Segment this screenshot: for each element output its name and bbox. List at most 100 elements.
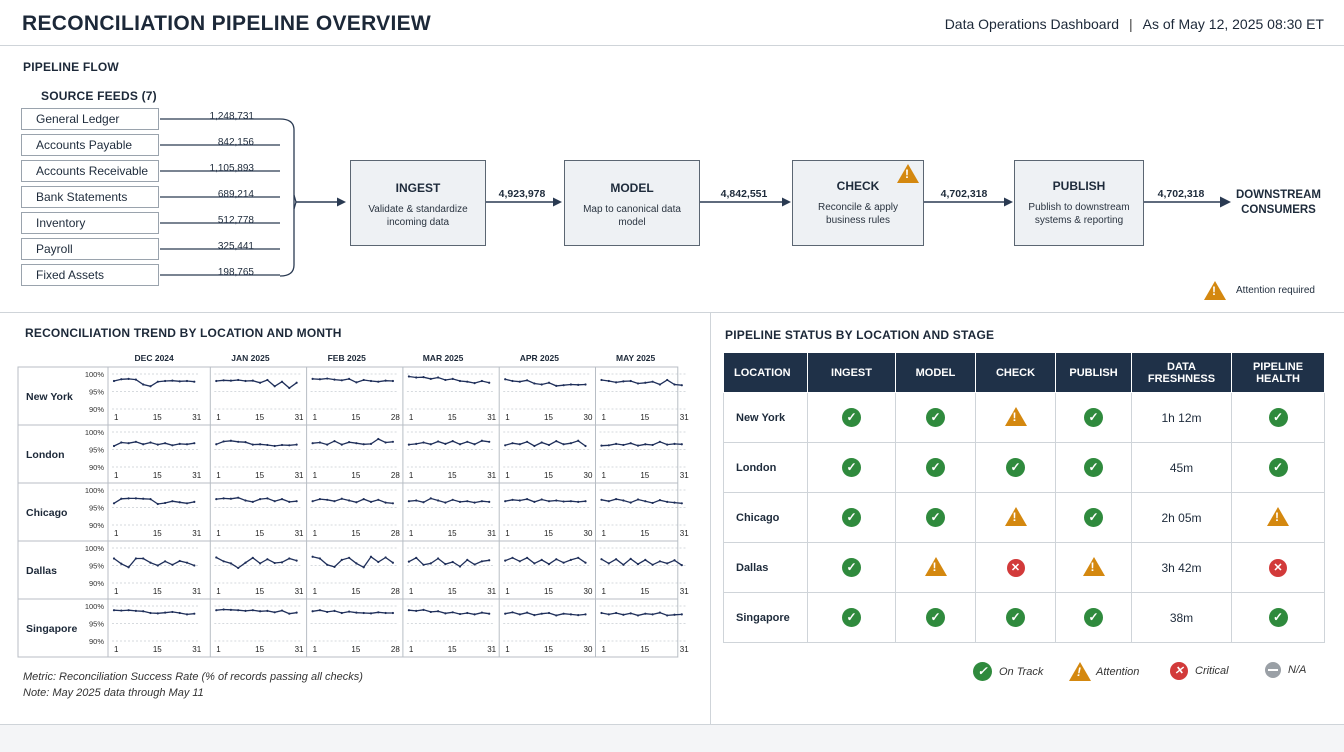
x-tick-label: 1 <box>313 587 318 596</box>
status-row[interactable]: Singapore ✓ ✓ ✓ ✓ 38m ✓ <box>723 592 1325 643</box>
trend-point <box>142 497 145 500</box>
x-tick-label: 15 <box>640 587 649 596</box>
x-tick-label: 1 <box>409 529 414 538</box>
trend-point <box>466 611 469 615</box>
stage-ingest[interactable]: INGEST Validate & standardize incoming da… <box>350 160 486 246</box>
header-separator: | <box>1129 16 1133 32</box>
trend-point <box>607 444 610 447</box>
downstream-consumers: DOWNSTREAM CONSUMERS <box>1236 189 1321 216</box>
trend-point <box>333 500 336 503</box>
trend-point <box>295 443 298 446</box>
trend-point <box>429 377 432 380</box>
location-label: London <box>26 449 64 461</box>
trend-point <box>615 558 618 561</box>
x-tick-label: 1 <box>313 413 318 422</box>
trend-point <box>666 562 669 565</box>
stage-ingest-title: INGEST <box>395 181 441 195</box>
stage-model[interactable]: MODEL Map to canonical data model <box>564 160 700 246</box>
trend-point <box>636 382 640 385</box>
trend-point <box>142 610 145 613</box>
trend-point <box>185 561 189 564</box>
trend-line <box>505 611 586 617</box>
trend-point <box>185 379 189 383</box>
trend-point <box>326 563 329 566</box>
x-tick-label: 15 <box>448 645 457 654</box>
x-tick-label: 30 <box>584 529 593 538</box>
x-tick-label: 15 <box>351 529 360 538</box>
month-label: MAR 2025 <box>423 353 464 363</box>
model-status-cell: ✓ <box>895 392 976 443</box>
trend-point <box>348 441 351 444</box>
model-status-cell <box>895 542 976 593</box>
trend-point <box>164 442 167 445</box>
x-tick-label: 28 <box>391 471 400 480</box>
status-row[interactable]: Dallas ✓ ✕ 3h 42m ✕ <box>723 542 1325 593</box>
ingest-status-cell: ✓ <box>807 392 896 443</box>
trend-point <box>533 500 536 503</box>
col-location: LOCATION <box>723 352 808 393</box>
x-tick-label: 31 <box>487 471 496 480</box>
trend-point <box>466 500 469 503</box>
trend-point <box>584 500 587 503</box>
warning-icon <box>1069 662 1091 681</box>
x-tick-label: 1 <box>505 529 510 538</box>
x-tick-label: 28 <box>391 587 400 596</box>
trend-point <box>120 609 123 612</box>
trend-point <box>340 379 343 382</box>
x-tick-label: 1 <box>114 587 119 596</box>
trend-point <box>127 377 130 380</box>
legend-label: N/A <box>1288 664 1307 676</box>
x-tick-label: 1 <box>505 645 510 654</box>
status-row[interactable]: New York ✓ ✓ ✓ 1h 12m ✓ <box>723 392 1325 443</box>
trend-point <box>384 379 387 382</box>
trend-point <box>615 611 618 615</box>
trend-point <box>251 379 254 382</box>
check-status-cell <box>975 392 1056 443</box>
trend-point <box>473 563 476 566</box>
trend-point <box>473 613 476 616</box>
stage-publish[interactable]: PUBLISH Publish to downstream systems & r… <box>1014 160 1144 246</box>
trend-point <box>511 556 514 559</box>
trend-point <box>178 611 181 615</box>
trend-line <box>113 557 195 569</box>
publish-status-cell: ✓ <box>1055 592 1132 643</box>
trend-point <box>237 609 240 612</box>
trend-point <box>134 378 137 381</box>
trend-title: RECONCILIATION TREND BY LOCATION AND MON… <box>25 326 342 340</box>
x-tick-label: 15 <box>255 529 264 538</box>
check-icon: ✓ <box>1006 608 1025 627</box>
trend-point <box>384 611 387 615</box>
status-row[interactable]: London ✓ ✓ ✓ ✓ 45m ✓ <box>723 442 1325 493</box>
trend-point <box>451 440 454 443</box>
trend-point <box>164 379 167 383</box>
trend-point <box>369 612 373 615</box>
check-icon: ✓ <box>926 508 945 527</box>
trend-point <box>259 498 262 501</box>
trend-point <box>636 498 640 501</box>
trend-point <box>437 499 440 502</box>
trend-point <box>229 497 232 500</box>
trend-point <box>326 377 329 380</box>
publish-status-cell <box>1055 542 1132 593</box>
footer-bar <box>0 725 1344 752</box>
trend-point <box>156 443 159 446</box>
stage-check[interactable]: CHECK Reconcile & apply business rules <box>792 160 924 246</box>
freshness-cell: 45m <box>1131 442 1232 493</box>
x-tick-label: 1 <box>114 413 119 422</box>
trend-point <box>473 443 476 446</box>
status-row[interactable]: Chicago ✓ ✓ ✓ 2h 05m <box>723 492 1325 543</box>
trend-point <box>340 497 343 500</box>
y-tick-label: 90% <box>89 521 104 530</box>
y-tick-label: 100% <box>85 602 105 611</box>
trend-point <box>422 501 425 504</box>
trend-line <box>312 377 393 384</box>
trend-point <box>622 380 625 383</box>
check-icon: ✓ <box>1084 508 1103 527</box>
trend-point <box>251 500 254 503</box>
x-tick-label: 15 <box>448 471 457 480</box>
trend-point <box>526 611 529 614</box>
flow-value-check-publish: 4,702,318 <box>940 188 988 200</box>
divider <box>0 312 1344 313</box>
x-tick-label: 15 <box>544 645 553 654</box>
x-tick-label: 1 <box>313 529 318 538</box>
